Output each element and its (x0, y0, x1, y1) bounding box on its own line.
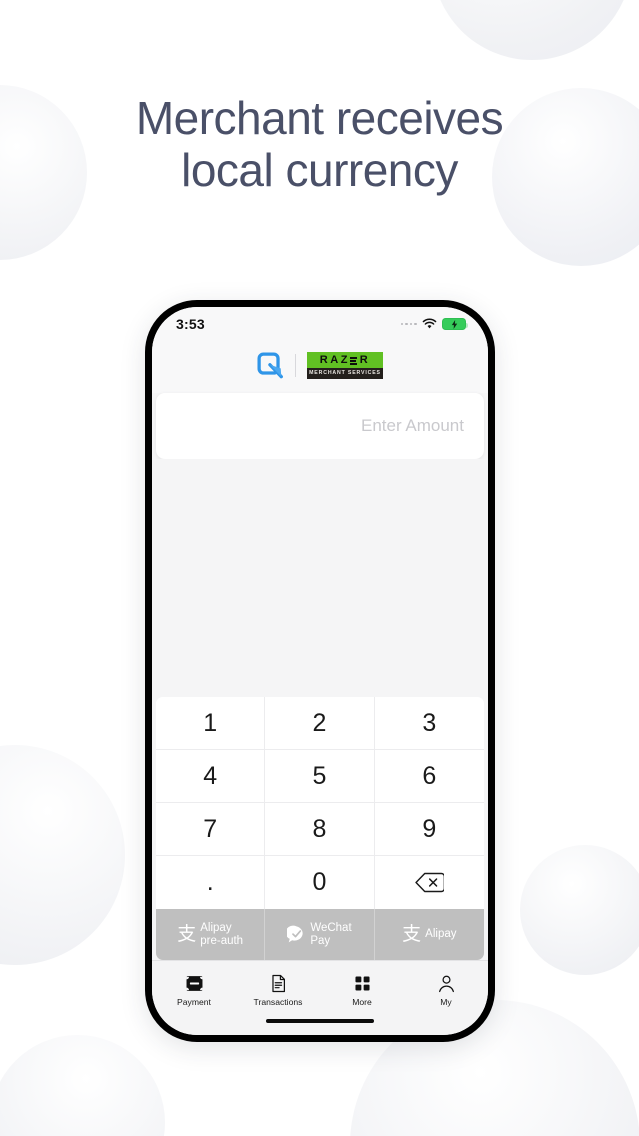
tab-transactions-label: Transactions (253, 996, 303, 1007)
tab-my[interactable]: My (404, 974, 488, 1007)
q-logo-icon (257, 352, 283, 379)
razer-subtitle: MERCHANT SERVICES (307, 368, 383, 379)
tab-transactions[interactable]: Transactions (236, 974, 320, 1007)
backspace-icon (415, 872, 444, 893)
bottom-tab-bar[interactable]: Payment Transactions More My (152, 960, 488, 1016)
key-5[interactable]: 5 (265, 750, 375, 803)
home-indicator-area (152, 1016, 488, 1035)
key-0[interactable]: 0 (265, 856, 375, 909)
wechat-pay-label-line2: Pay (310, 934, 331, 947)
tab-my-label: My (440, 996, 452, 1007)
key-1[interactable]: 1 (156, 697, 266, 750)
charging-bolt-icon (451, 319, 457, 329)
decorative-circle-bottom-right (520, 845, 639, 975)
profile-icon (438, 975, 454, 992)
key-6[interactable]: 6 (374, 750, 484, 803)
key-7[interactable]: 7 (156, 803, 266, 856)
headline-line-1: Merchant receives (135, 92, 504, 144)
razer-word-text: RAZ R (319, 354, 371, 367)
more-grid-icon (354, 975, 370, 991)
alipay-preauth-label-line2: pre-auth (200, 934, 244, 947)
key-decimal[interactable]: . (156, 856, 266, 909)
logo-divider (295, 354, 296, 377)
page-headline: Merchant receives local currency (0, 92, 639, 196)
payment-icon (186, 975, 202, 991)
razer-wordmark: RAZ R (307, 352, 383, 369)
key-2[interactable]: 2 (265, 697, 375, 750)
decorative-circle-bottom-left (0, 745, 125, 965)
signal-dots-icon (400, 322, 417, 326)
alipay-icon: 支 (177, 923, 197, 945)
phone-mockup: 3:53 RAZ R MERCHANT SERVICES Enter Amoun… (145, 300, 495, 1042)
numeric-keypad[interactable]: 1 2 3 4 5 6 7 8 9 . 0 (156, 697, 484, 909)
amount-input[interactable] (186, 416, 464, 436)
tab-more-label: More (352, 996, 372, 1007)
alipay-preauth-label: Alipay pre-auth (200, 922, 243, 948)
wifi-icon (422, 318, 437, 329)
battery-charging-icon (442, 318, 468, 330)
tab-more[interactable]: More (320, 974, 404, 1007)
headline-line-2: local currency (181, 144, 458, 196)
status-time: 3:53 (176, 316, 205, 332)
decorative-circle-top-right (432, 0, 632, 60)
screen-empty-area (152, 459, 488, 697)
wechat-pay-icon (287, 925, 303, 943)
key-9[interactable]: 9 (374, 803, 484, 856)
key-4[interactable]: 4 (156, 750, 266, 803)
alipay-icon: 支 (402, 923, 422, 945)
key-8[interactable]: 8 (265, 803, 375, 856)
razer-stylized-e-icon (350, 357, 358, 365)
home-indicator-bar[interactable] (266, 1019, 374, 1023)
decorative-circle-bottom-left-2 (0, 1035, 165, 1136)
wechat-pay-button[interactable]: WeChat Pay (265, 909, 375, 960)
wechat-pay-label-line1: WeChat (310, 921, 352, 934)
razer-logo: RAZ R MERCHANT SERVICES (307, 352, 383, 379)
amount-input-card[interactable] (156, 393, 484, 459)
payment-method-buttons[interactable]: 支 Alipay pre-auth WeChat Pay 支 Alipay (156, 909, 484, 960)
phone-screen: 3:53 RAZ R MERCHANT SERVICES Enter Amoun… (152, 307, 488, 1035)
status-icons (400, 318, 468, 330)
alipay-preauth-label-line1: Alipay (200, 921, 232, 934)
alipay-preauth-button[interactable]: 支 Alipay pre-auth (156, 909, 266, 960)
wechat-pay-label: WeChat Pay (310, 922, 351, 948)
key-3[interactable]: 3 (374, 697, 484, 750)
status-bar: 3:53 (152, 307, 488, 341)
tab-payment[interactable]: Payment (152, 974, 236, 1007)
transactions-icon (271, 974, 285, 992)
alipay-button[interactable]: 支 Alipay (374, 909, 484, 960)
alipay-label: Alipay (425, 928, 457, 940)
tab-payment-label: Payment (177, 996, 211, 1007)
key-backspace[interactable] (374, 856, 484, 909)
app-brand-header: RAZ R MERCHANT SERVICES (152, 341, 488, 393)
